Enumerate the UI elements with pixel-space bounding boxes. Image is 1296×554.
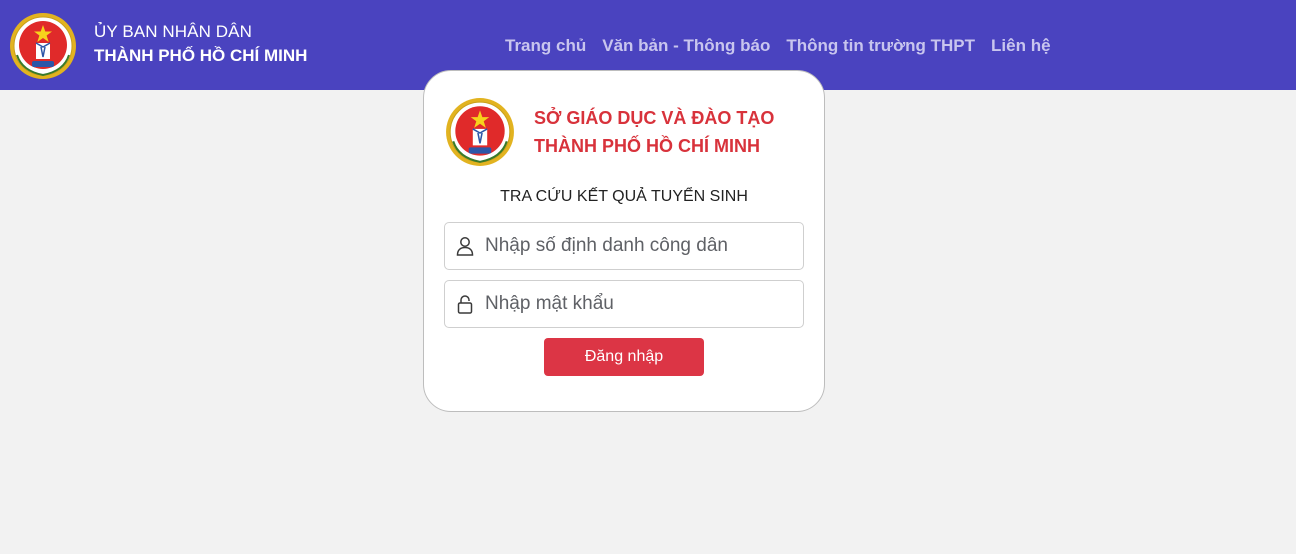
nav-documents[interactable]: Văn bản - Thông báo [602, 34, 770, 58]
brand-text: ỦY BAN NHÂN DÂN THÀNH PHỐ HỒ CHÍ MINH [94, 21, 307, 69]
password-input[interactable] [485, 284, 795, 324]
brand-line1: ỦY BAN NHÂN DÂN [94, 22, 252, 41]
org-line2: THÀNH PHỐ HỒ CHÍ MINH [534, 136, 760, 156]
nav-contact[interactable]: Liên hệ [991, 34, 1051, 58]
main-nav: Trang chủ Văn bản - Thông báo Thông tin … [505, 34, 1051, 58]
org-line1: SỞ GIÁO DỤC VÀ ĐÀO TẠO [534, 108, 775, 128]
citizen-id-input[interactable] [485, 226, 795, 266]
nav-home[interactable]: Trang chủ [505, 34, 586, 58]
brand-line2: THÀNH PHỐ HỒ CHÍ MINH [94, 46, 308, 65]
citizen-id-field[interactable] [444, 222, 804, 270]
login-button[interactable]: Đăng nhập [544, 338, 704, 376]
org-name: SỞ GIÁO DỤC VÀ ĐÀO TẠO THÀNH PHỐ HỒ CHÍ … [534, 104, 774, 160]
password-field[interactable] [444, 280, 804, 328]
user-icon [445, 223, 485, 269]
lock-icon [445, 281, 485, 327]
education-emblem-icon[interactable] [8, 11, 78, 81]
education-emblem-icon [446, 98, 514, 166]
page-title: TRA CỨU KẾT QUẢ TUYỂN SINH [500, 188, 748, 205]
nav-school-info[interactable]: Thông tin trường THPT [786, 34, 975, 58]
login-card: SỞ GIÁO DỤC VÀ ĐÀO TẠO THÀNH PHỐ HỒ CHÍ … [423, 70, 825, 412]
